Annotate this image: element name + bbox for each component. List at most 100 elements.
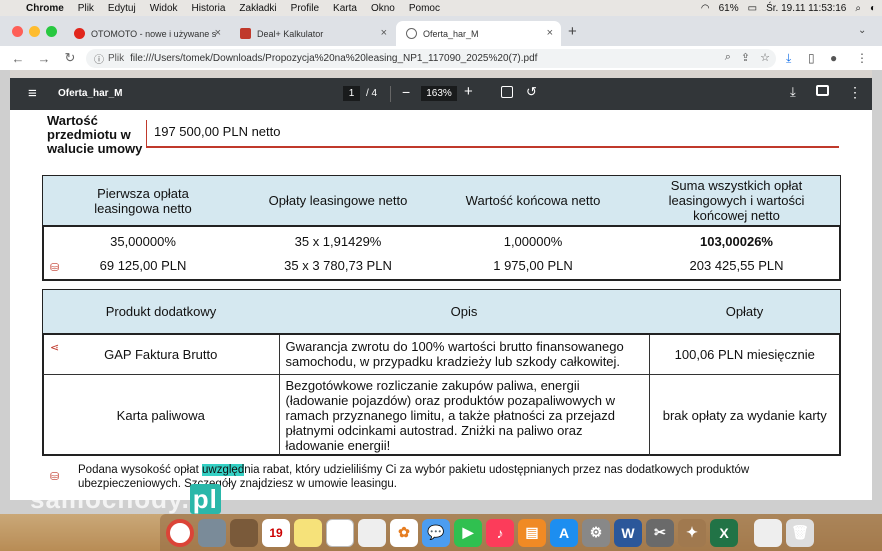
product-name: Karta paliwowa bbox=[116, 407, 205, 423]
automator-icon[interactable]: ✦ bbox=[678, 518, 706, 547]
zoom-window-button[interactable] bbox=[46, 26, 57, 37]
menu-window[interactable]: Okno bbox=[371, 3, 395, 14]
word-app-icon[interactable]: W bbox=[614, 518, 642, 547]
menu-app-chrome[interactable]: Chrome bbox=[26, 3, 64, 14]
forward-arrow-icon[interactable]: → bbox=[36, 51, 52, 66]
products-table: Produkt dodatkowy Opis Opłaty GAP Faktur… bbox=[43, 290, 840, 456]
tab-oferta[interactable]: Oferta_har_M × bbox=[396, 21, 561, 46]
wifi-icon[interactable]: ◠ bbox=[701, 3, 710, 14]
cell: 203 425,55 PLN bbox=[689, 257, 784, 273]
cell: 35,00000% bbox=[110, 234, 176, 249]
close-tab-icon[interactable]: × bbox=[547, 27, 553, 39]
new-tab-button[interactable]: + bbox=[568, 23, 577, 40]
control-center-icon[interactable]: ◐ bbox=[870, 3, 876, 14]
tab-otomoto[interactable]: OTOMOTO - nowe i używane s × bbox=[64, 21, 229, 46]
table-row: Karta paliwowa Bezgotówkowe rozliczanie … bbox=[43, 374, 840, 456]
wartosc-value: 197 500,00 PLN netto bbox=[154, 124, 281, 139]
menu-bookmarks[interactable]: Zakładki bbox=[239, 3, 276, 14]
books-app-icon[interactable]: ▤ bbox=[518, 518, 546, 547]
cell: 1 975,00 PLN bbox=[493, 257, 573, 273]
product-name: GAP Faktura Brutto bbox=[43, 334, 279, 375]
footnote-highlight: uwzględ bbox=[202, 464, 245, 476]
product-description: Bezgotówkowe rozliczanie zakupów paliwa,… bbox=[278, 374, 650, 456]
zoom-lens-icon[interactable]: ⌕ bbox=[725, 51, 731, 64]
chrome-app-icon[interactable] bbox=[166, 518, 194, 547]
photos-app-icon[interactable]: ✿ bbox=[390, 518, 418, 547]
table-row: 69 125,00 PLN 35 x 3 780,73 PLN 1 975,00… bbox=[43, 252, 840, 278]
freeform-app-icon[interactable] bbox=[358, 518, 386, 547]
url-text[interactable]: file:///Users/tomek/Downloads/Propozycja… bbox=[130, 53, 537, 64]
menu-history[interactable]: Historia bbox=[192, 3, 226, 14]
stickies-app-icon[interactable] bbox=[294, 518, 322, 547]
tab-search-chevron-down-icon[interactable]: ⌄ bbox=[858, 25, 866, 36]
close-tab-icon[interactable]: × bbox=[381, 27, 387, 39]
reload-icon[interactable]: ↻ bbox=[62, 50, 78, 66]
info-icon[interactable]: ⓘ bbox=[94, 51, 104, 66]
toolbar-divider bbox=[390, 86, 391, 102]
menu-view[interactable]: Widok bbox=[150, 3, 178, 14]
fit-page-icon[interactable] bbox=[501, 86, 513, 98]
facetime-app-icon[interactable]: ▶ bbox=[454, 518, 482, 547]
macos-menubar: Chrome Plik Edytuj Widok Historia Zakład… bbox=[0, 0, 882, 16]
more-options-icon[interactable]: ⋮ bbox=[848, 84, 862, 101]
zoom-in-icon[interactable]: + bbox=[464, 83, 473, 100]
zoom-level-input[interactable]: 163% bbox=[421, 86, 457, 101]
watermark-logo: samochody. pl bbox=[30, 484, 221, 515]
profile-avatar-icon[interactable]: ● bbox=[830, 51, 837, 65]
notes-folder-icon[interactable] bbox=[230, 518, 258, 547]
messages-app-icon[interactable]: 💬 bbox=[422, 518, 450, 547]
scheme-label: Plik bbox=[108, 53, 125, 64]
desc-line: Gwarancja zwrotu do 100% wartości brutto… bbox=[285, 339, 624, 355]
back-arrow-icon[interactable]: ← bbox=[10, 51, 26, 66]
music-app-icon[interactable]: ♪ bbox=[486, 518, 514, 547]
clock[interactable]: Śr. 19.11 11:53:16 bbox=[766, 3, 846, 14]
menu-file[interactable]: Plik bbox=[78, 3, 94, 14]
cell: 35 x 3 780,73 PLN bbox=[284, 257, 392, 273]
search-icon[interactable]: ⌕ bbox=[855, 3, 861, 14]
pdf-viewer-toolbar: ≡ Oferta_har_M 1 / 4 − 163% + ↺ ⤓ ⋮ bbox=[10, 78, 872, 110]
bookmark-star-icon[interactable]: ☆ bbox=[760, 51, 770, 64]
downloads-stack-icon[interactable] bbox=[754, 518, 782, 547]
menu-help[interactable]: Pomoc bbox=[409, 3, 440, 14]
cell: 35 x 1,91429% bbox=[294, 234, 382, 249]
pdf-download-icon[interactable]: ⤓ bbox=[790, 84, 796, 100]
rotate-icon[interactable]: ↺ bbox=[526, 84, 537, 100]
minimize-window-button[interactable] bbox=[29, 26, 40, 37]
header-produkt: Produkt dodatkowy bbox=[43, 290, 279, 335]
page-total: / 4 bbox=[366, 88, 378, 99]
tab-deal-kalkulator[interactable]: Deal+ Kalkulator × bbox=[230, 21, 395, 46]
pdf-page: Wartość przedmiotu w walucie umowy 197 5… bbox=[10, 110, 872, 500]
menu-profiles[interactable]: Profile bbox=[291, 3, 319, 14]
print-icon[interactable] bbox=[816, 85, 829, 96]
red-divider bbox=[146, 120, 147, 146]
menu-tab[interactable]: Karta bbox=[333, 3, 357, 14]
menu-edit[interactable]: Edytuj bbox=[108, 3, 136, 14]
leasing-table: Pierwsza opłata leasingowa netto Opłaty … bbox=[43, 176, 840, 278]
close-tab-icon[interactable]: × bbox=[215, 27, 221, 39]
address-bar[interactable]: ⓘ Plik file:///Users/tomek/Downloads/Pro… bbox=[86, 49, 776, 68]
system-settings-icon[interactable]: ⚙ bbox=[582, 518, 610, 547]
close-window-button[interactable] bbox=[12, 26, 23, 37]
reminders-app-icon[interactable] bbox=[326, 518, 354, 547]
table-header-row: Produkt dodatkowy Opis Opłaty bbox=[43, 290, 840, 335]
wartosc-label-line: Wartość bbox=[47, 113, 98, 128]
share-nodes-icon: ⋖ bbox=[50, 342, 60, 354]
desc-line: Bezgotówkowe rozliczanie zakupów paliwa,… bbox=[285, 377, 580, 393]
battery-icon[interactable]: ▭ bbox=[748, 3, 757, 14]
preview-app-icon[interactable] bbox=[198, 518, 226, 547]
zoom-out-icon[interactable]: − bbox=[402, 84, 410, 100]
page-number-input[interactable]: 1 bbox=[343, 86, 360, 101]
calendar-app-icon[interactable]: 19 bbox=[262, 518, 290, 547]
download-icon[interactable]: ⤓ bbox=[786, 51, 791, 66]
excel-app-icon[interactable]: X bbox=[710, 518, 738, 547]
chrome-menu-icon[interactable]: ⋮ bbox=[856, 51, 868, 65]
utilities-icon[interactable]: ✂ bbox=[646, 518, 674, 547]
product-fee: brak opłaty za wydanie karty bbox=[662, 407, 827, 423]
desc-line: ładowanie energii! bbox=[285, 437, 391, 453]
hamburger-menu-icon[interactable]: ≡ bbox=[28, 85, 37, 102]
trash-icon[interactable]: 🗑 bbox=[786, 518, 814, 547]
app-store-icon[interactable]: A bbox=[550, 518, 578, 547]
cell: 1,00000% bbox=[503, 234, 563, 249]
share-icon[interactable]: ⇪ bbox=[741, 51, 750, 64]
side-panel-icon[interactable]: ▯ bbox=[808, 51, 815, 65]
